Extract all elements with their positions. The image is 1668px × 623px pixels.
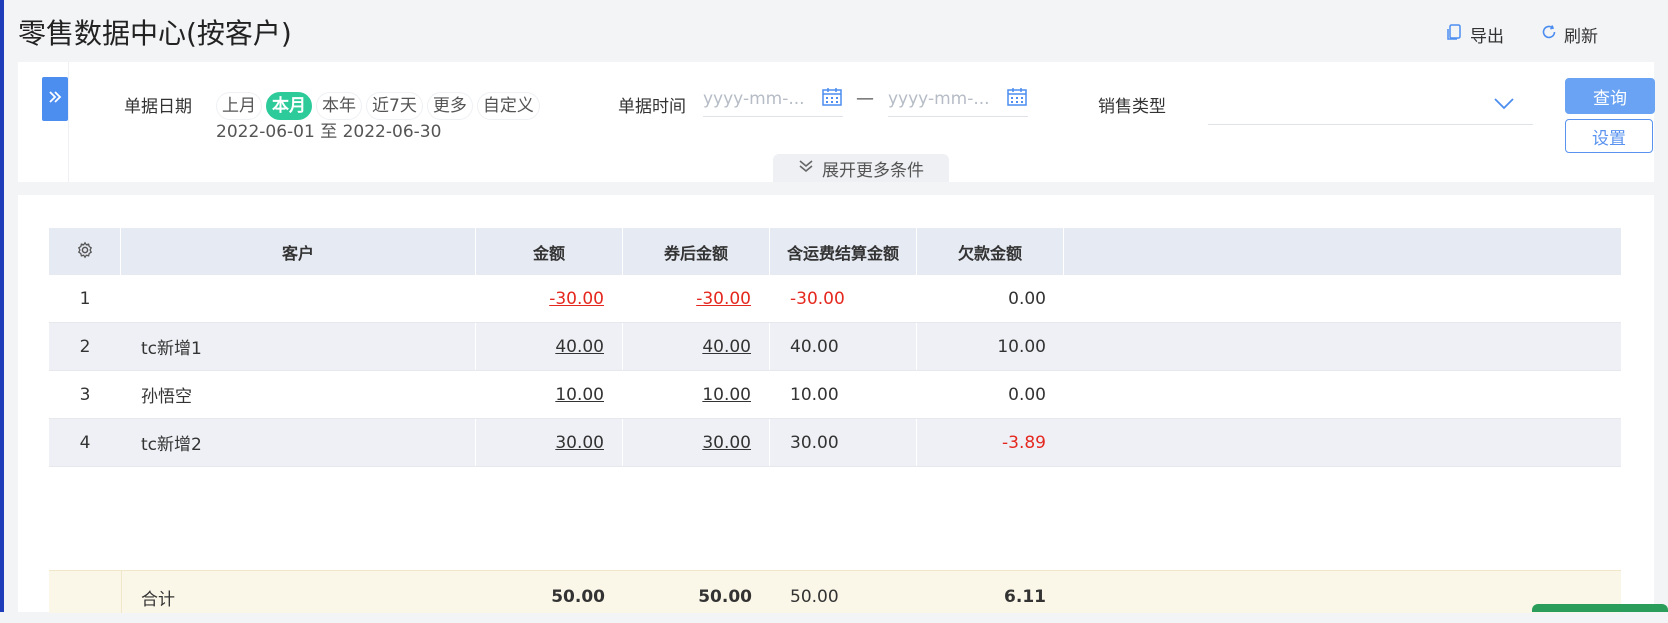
total-amount: 50.00: [551, 587, 605, 607]
double-chevron-down-icon: [798, 158, 814, 179]
end-date-placeholder: yyyy-mm-...: [888, 89, 990, 109]
table-row[interactable]: 2 tc新增1 40.00 40.00 40.00 10.00: [49, 323, 1621, 371]
row-index: 1: [79, 288, 91, 309]
window-edge: [0, 0, 4, 612]
customer-cell: tc新增2: [121, 419, 476, 466]
col-after-coupon[interactable]: 券后金额: [623, 228, 770, 275]
sales-type-select[interactable]: [1208, 84, 1533, 125]
debt-cell: 10.00: [997, 336, 1046, 357]
row-index: 2: [79, 336, 91, 357]
table-header-row: 客户 金额 券后金额 含运费结算金额 欠款金额: [49, 228, 1621, 275]
export-label: 导出: [1470, 27, 1504, 47]
calendar-icon[interactable]: [821, 86, 843, 112]
col-debt[interactable]: 欠款金额: [917, 228, 1064, 275]
settle-cell: 40.00: [770, 323, 917, 370]
chip-more[interactable]: 更多: [426, 92, 473, 120]
data-table: 客户 金额 券后金额 含运费结算金额 欠款金额 1 -30.00 -30.00 …: [49, 228, 1621, 467]
debt-cell: 0.00: [1008, 288, 1046, 309]
refresh-label: 刷新: [1564, 27, 1598, 47]
export-button[interactable]: 导出: [1446, 22, 1504, 47]
table-panel: 客户 金额 券后金额 含运费结算金额 欠款金额 1 -30.00 -30.00 …: [18, 195, 1654, 613]
range-dash: —: [856, 88, 874, 109]
calendar-icon[interactable]: [1006, 86, 1028, 112]
page-title: 零售数据中心(按客户): [18, 17, 292, 50]
settle-cell: 10.00: [770, 371, 917, 418]
after-coupon-link[interactable]: 10.00: [702, 385, 751, 405]
export-icon: [1446, 23, 1464, 46]
start-date-input[interactable]: yyyy-mm-...: [703, 82, 843, 117]
more-conditions-label: 展开更多条件: [822, 160, 924, 181]
expand-sidebar-button[interactable]: [42, 77, 68, 121]
row-index: 3: [79, 384, 91, 405]
gear-icon: [76, 241, 94, 263]
total-label: 合计: [141, 589, 175, 610]
column-settings-button[interactable]: [49, 228, 121, 275]
chip-last-month[interactable]: 上月: [216, 92, 262, 120]
amount-link[interactable]: 40.00: [555, 337, 604, 357]
chip-this-year[interactable]: 本年: [316, 92, 362, 120]
total-after-coupon: 50.00: [698, 587, 752, 607]
total-settle: 50.00: [790, 587, 839, 607]
filter-panel: 单据日期 上月 本月 本年 近7天 更多 自定义 2022-06-01 至 20…: [18, 62, 1655, 182]
corner-indicator: [1532, 604, 1668, 612]
doc-date-label: 单据日期: [124, 97, 192, 117]
settle-cell: -30.00: [770, 275, 917, 322]
total-debt: 6.11: [1004, 587, 1046, 607]
query-button[interactable]: 查询: [1565, 78, 1655, 114]
table-row[interactable]: 4 tc新增2 30.00 30.00 30.00 -3.89: [49, 419, 1621, 467]
doc-time-label: 单据时间: [618, 97, 686, 117]
col-amount[interactable]: 金额: [476, 228, 623, 275]
table-row[interactable]: 1 -30.00 -30.00 -30.00 0.00: [49, 275, 1621, 323]
customer-cell: tc新增1: [121, 323, 476, 370]
chip-last-7-days[interactable]: 近7天: [366, 92, 423, 120]
double-chevron-right-icon: [47, 89, 63, 109]
date-range-text: 2022-06-01 至 2022-06-30: [216, 122, 442, 142]
debt-cell: -3.89: [1002, 432, 1046, 453]
debt-cell: 0.00: [1008, 384, 1046, 405]
customer-cell: [121, 275, 476, 322]
settle-cell: 30.00: [770, 419, 917, 466]
total-row: 合计 50.00 50.00 50.00 6.11: [49, 570, 1621, 613]
chip-this-month[interactable]: 本月: [266, 92, 312, 120]
refresh-button[interactable]: 刷新: [1540, 22, 1598, 47]
chip-custom[interactable]: 自定义: [476, 92, 540, 120]
top-actions: 导出 刷新: [1446, 22, 1598, 47]
after-coupon-link[interactable]: -30.00: [696, 289, 751, 309]
after-coupon-link[interactable]: 30.00: [702, 433, 751, 453]
end-date-input[interactable]: yyyy-mm-...: [888, 82, 1028, 117]
table-row[interactable]: 3 孙悟空 10.00 10.00 10.00 0.00: [49, 371, 1621, 419]
panel-divider: [68, 62, 69, 182]
start-date-placeholder: yyyy-mm-...: [703, 89, 805, 109]
amount-link[interactable]: -30.00: [549, 289, 604, 309]
date-chip-group: 上月 本月 本年 近7天 更多 自定义: [216, 92, 540, 120]
expand-more-conditions[interactable]: 展开更多条件: [773, 154, 949, 182]
after-coupon-link[interactable]: 40.00: [702, 337, 751, 357]
settings-button[interactable]: 设置: [1565, 119, 1653, 153]
row-index: 4: [79, 432, 91, 453]
refresh-icon: [1540, 23, 1558, 46]
col-customer[interactable]: 客户: [121, 228, 476, 275]
customer-cell: 孙悟空: [121, 371, 476, 418]
amount-link[interactable]: 30.00: [555, 433, 604, 453]
amount-link[interactable]: 10.00: [555, 385, 604, 405]
sales-type-label: 销售类型: [1098, 97, 1166, 117]
col-settlement[interactable]: 含运费结算金额: [770, 228, 917, 275]
